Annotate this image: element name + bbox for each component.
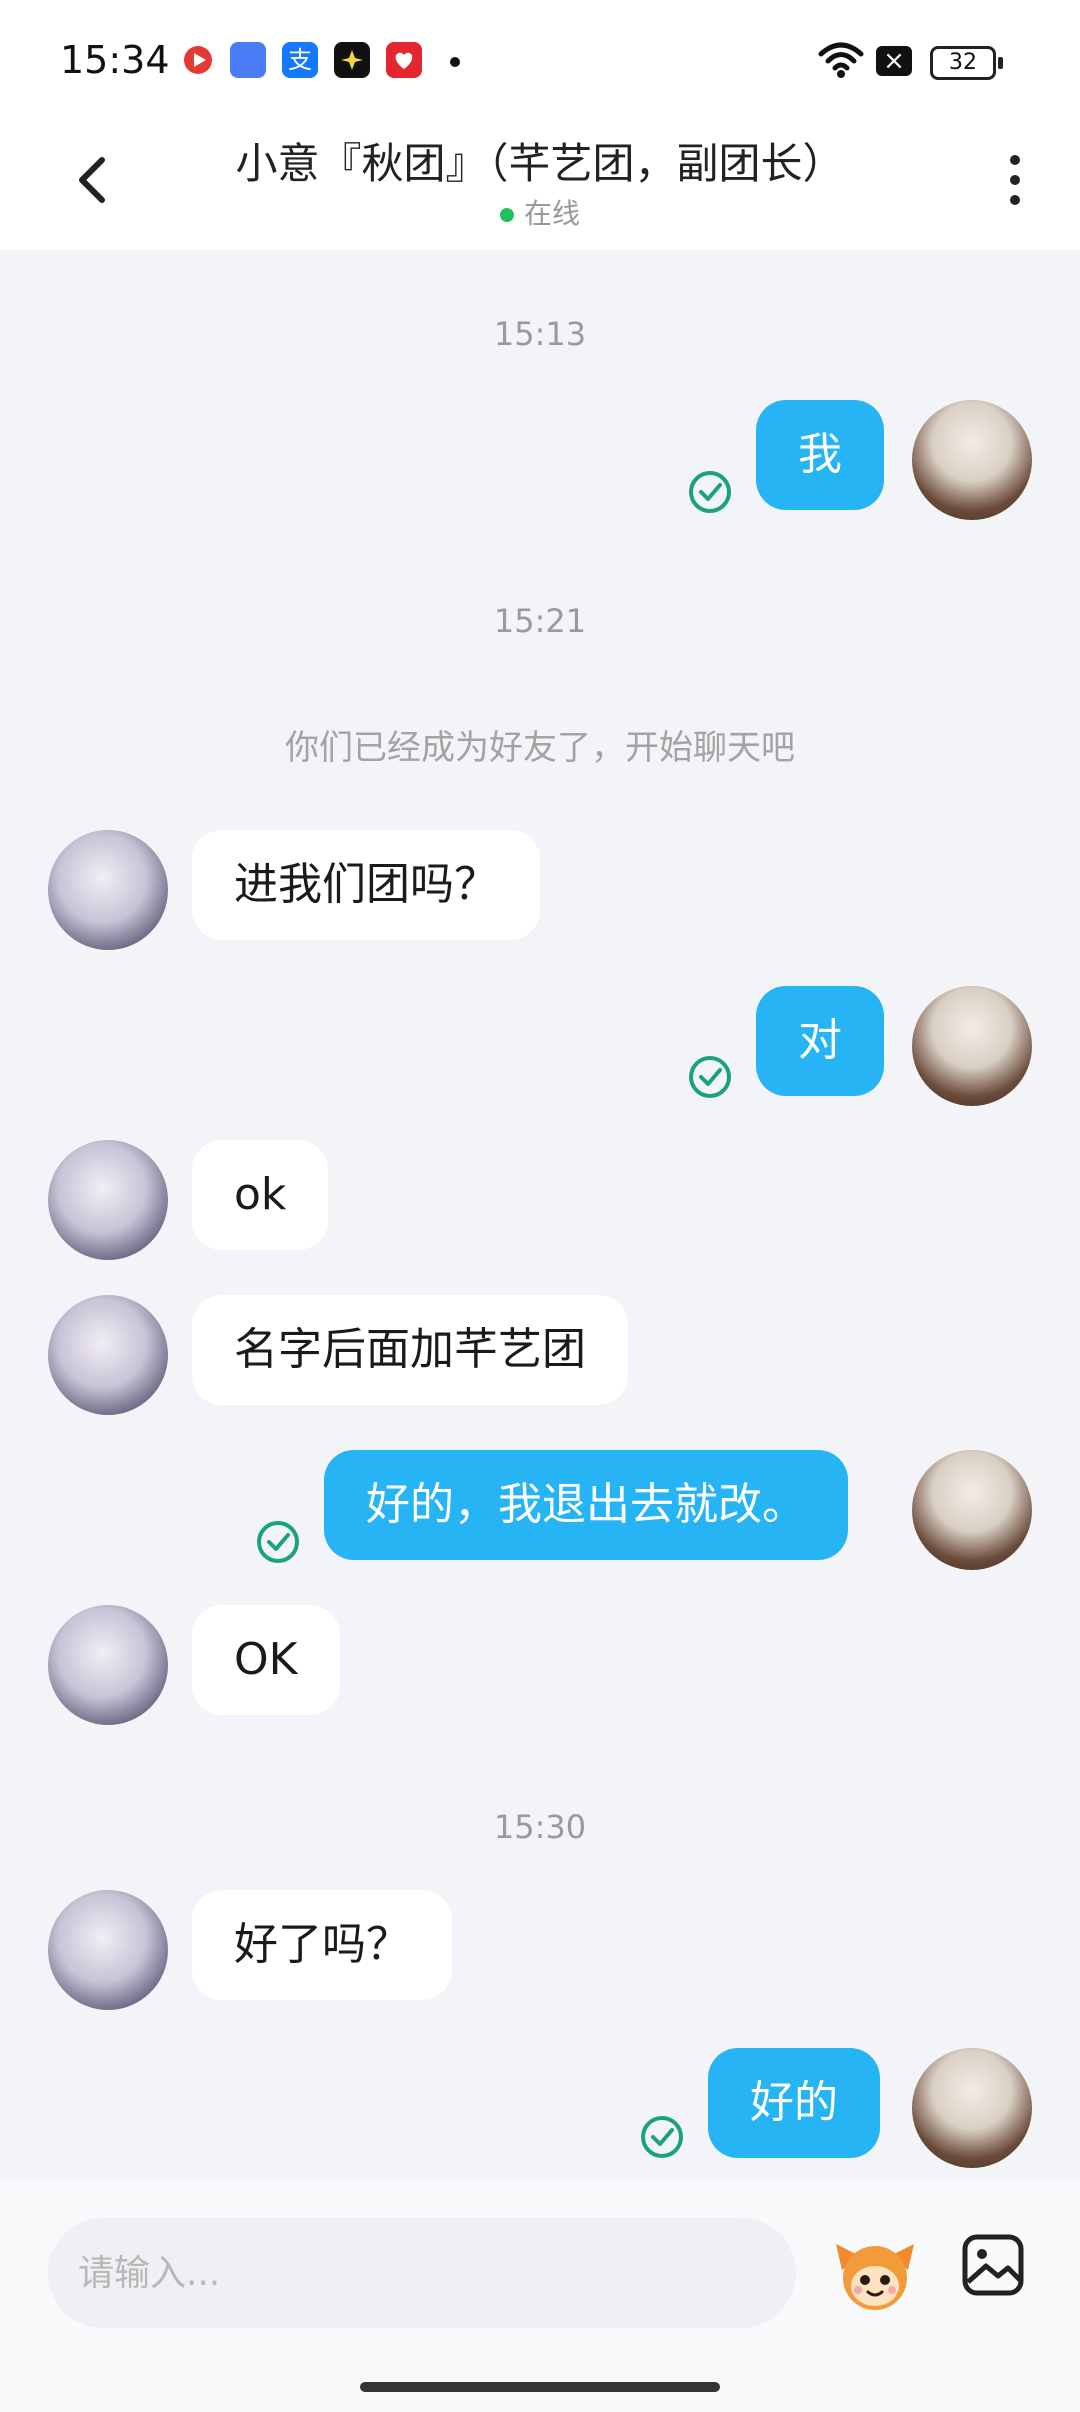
- close-box-icon: ×: [876, 46, 912, 76]
- mascot-sticker-icon: [836, 2244, 914, 2310]
- timestamp: 15:30: [493, 1808, 587, 1846]
- composer-bar: [0, 2180, 1080, 2412]
- contact-avatar[interactable]: [48, 1605, 168, 1725]
- contact-avatar[interactable]: [48, 1890, 168, 2010]
- image-icon: [962, 2234, 1024, 2296]
- online-status-label: 在线: [523, 197, 580, 230]
- image-picker-button[interactable]: [960, 2232, 1026, 2298]
- my-avatar[interactable]: [912, 1450, 1032, 1570]
- battery-icon: 32: [930, 46, 1003, 80]
- home-indicator[interactable]: [360, 2382, 720, 2392]
- message-list[interactable]: 15:13 我 15:21 你们已经成为好友了，开始聊天吧 进我们团吗？ 对 o…: [0, 250, 1080, 2180]
- outgoing-message[interactable]: 好的，我退出去就改。: [324, 1450, 848, 1560]
- alipay-icon: 支: [282, 42, 318, 78]
- friend-added-notice: 你们已经成为好友了，开始聊天吧: [285, 728, 795, 768]
- delivered-check-icon: [688, 1055, 732, 1099]
- shopping-app-icon: [386, 42, 422, 78]
- paw-app-icon: [230, 42, 266, 78]
- delivered-check-icon: [640, 2115, 684, 2159]
- delivered-check-icon: [256, 1520, 300, 1564]
- more-notifications-dot: [450, 57, 460, 67]
- outgoing-message[interactable]: 好的: [708, 2048, 880, 2158]
- sparkle-app-icon: [334, 42, 370, 78]
- timestamp: 15:21: [493, 602, 587, 640]
- incoming-message[interactable]: ok: [192, 1140, 329, 1250]
- delivered-check-icon: [688, 470, 732, 514]
- sticker-button[interactable]: [832, 2230, 918, 2316]
- status-time: 15:34: [60, 38, 170, 82]
- video-app-icon: [180, 42, 216, 78]
- wifi-icon: [818, 40, 864, 84]
- message-input[interactable]: [48, 2218, 796, 2328]
- my-avatar[interactable]: [912, 400, 1032, 520]
- timestamp: 15:13: [493, 315, 587, 353]
- incoming-message[interactable]: 进我们团吗？: [192, 830, 540, 940]
- outgoing-message[interactable]: 对: [756, 986, 884, 1096]
- my-avatar[interactable]: [912, 986, 1032, 1106]
- more-options-button[interactable]: [1000, 150, 1030, 210]
- chat-title: 小意『秋团』（芊艺团，副团长）: [235, 139, 845, 188]
- chat-header: 小意『秋团』（芊艺团，副团长） 在线: [0, 120, 1080, 250]
- incoming-message[interactable]: 好了吗？: [192, 1890, 452, 2000]
- contact-avatar[interactable]: [48, 830, 168, 950]
- my-avatar[interactable]: [912, 2048, 1032, 2168]
- online-status: 在线: [0, 192, 1080, 232]
- incoming-message[interactable]: 名字后面加芊艺团: [192, 1295, 628, 1405]
- contact-avatar[interactable]: [48, 1140, 168, 1260]
- incoming-message[interactable]: OK: [192, 1605, 340, 1715]
- more-vertical-icon: [1010, 155, 1020, 205]
- contact-avatar[interactable]: [48, 1295, 168, 1415]
- online-dot-icon: [499, 208, 514, 222]
- outgoing-message[interactable]: 我: [756, 400, 884, 510]
- status-bar: 15:34 支 × 32: [0, 0, 1080, 120]
